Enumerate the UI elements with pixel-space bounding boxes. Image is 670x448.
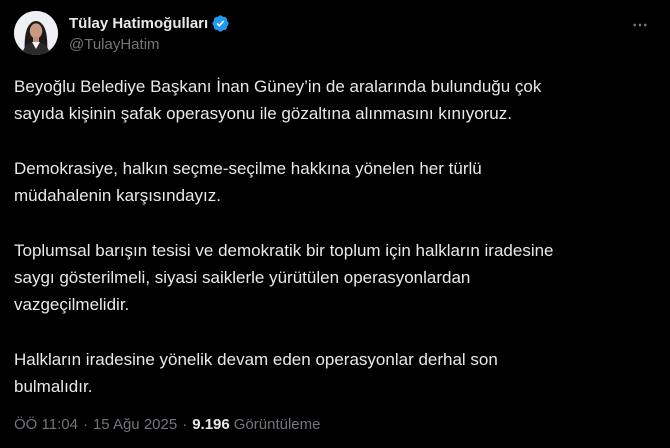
tweet-paragraph: Halkların iradesine yönelik devam eden o… (14, 346, 664, 400)
avatar-photo (14, 11, 58, 55)
tweet-line: Demokrasiye, halkın seçme-seçilme hakkın… (14, 159, 482, 178)
tweet-line: vazgeçilmelidir. (14, 295, 130, 314)
author-name-row[interactable]: Tülay Hatimoğulları (69, 13, 230, 33)
verified-badge-icon[interactable] (211, 14, 230, 33)
meta-separator: · (182, 415, 188, 433)
more-options-icon[interactable] (626, 11, 654, 39)
author-display-name[interactable]: Tülay Hatimoğulları (69, 15, 208, 32)
tweet-card: Tülay Hatimoğulları @TulayHatim Beyoğlu … (0, 0, 670, 448)
tweet-line: Toplumsal barışın tesisi ve demokratik b… (14, 241, 554, 260)
tweet-line: bulmalıdır. (14, 377, 93, 396)
tweet-paragraph: Demokrasiye, halkın seçme-seçilme hakkın… (14, 155, 664, 209)
tweet-line: Halkların iradesine yönelik devam eden o… (14, 350, 498, 369)
views-count[interactable]: 9.196 (192, 416, 230, 433)
tweet-line: saygı gösterilmeli, siyasi saiklerle yür… (14, 268, 471, 287)
tweet-line: müdahalenin karşısındayız. (14, 186, 221, 205)
tweet-paragraph: Toplumsal barışın tesisi ve demokratik b… (14, 237, 664, 318)
tweet-time[interactable]: ÖÖ 11:04 (14, 416, 78, 433)
tweet-date[interactable]: 15 Ağu 2025 (93, 416, 177, 433)
views-label[interactable]: Görüntüleme (234, 416, 321, 433)
tweet-meta: ÖÖ 11:04 · 15 Ağu 2025 · 9.196 Görüntüle… (14, 414, 320, 434)
meta-separator: · (82, 415, 88, 433)
tweet-paragraph: Beyoğlu Belediye Başkanı İnan Güney’in d… (14, 73, 664, 127)
author-handle[interactable]: @TulayHatim (69, 36, 160, 53)
tweet-line: sayıda kişinin şafak operasyonu ile göza… (14, 104, 512, 123)
tweet-text: Beyoğlu Belediye Başkanı İnan Güney’in d… (14, 73, 664, 400)
tweet-line: Beyoğlu Belediye Başkanı İnan Güney’in d… (14, 77, 542, 96)
avatar[interactable] (14, 11, 58, 55)
